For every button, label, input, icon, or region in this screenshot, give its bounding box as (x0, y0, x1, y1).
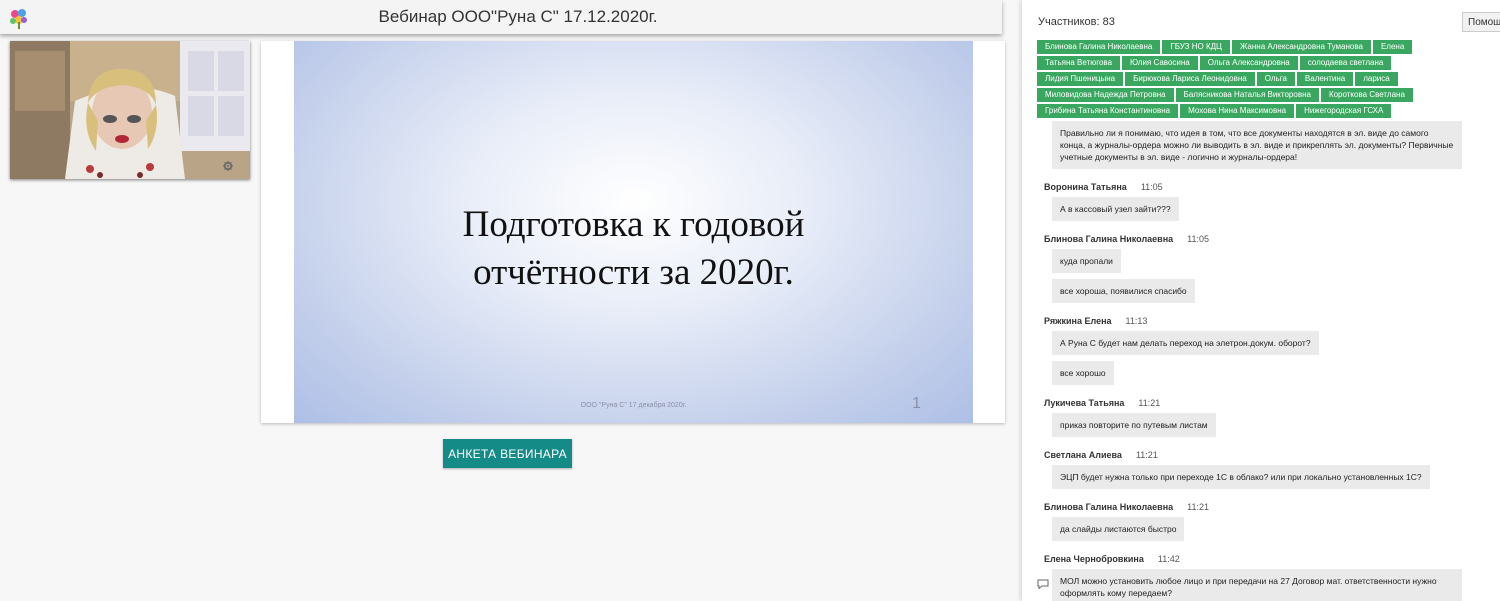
presentation-slide: Подготовка к годовой отчётности за 2020г… (294, 41, 973, 423)
message-time: 11:05 (1140, 182, 1163, 192)
participants-count: Участников: 83 (1038, 16, 1115, 28)
participant-chip[interactable]: Короткова Светлана (1320, 88, 1413, 102)
author-name: Лукичева Татьяна (1044, 398, 1125, 408)
chat-message: Лукичева Татьяна 11:21 приказ повторите п… (1036, 397, 1476, 443)
message-time: 11:21 (1187, 502, 1210, 512)
message-bubble: приказ повторите по путевым листам (1052, 413, 1216, 437)
logo-icon (10, 9, 27, 29)
message-author: Лукичева Татьяна 11:21 (1044, 397, 1476, 409)
message-time: 11:42 (1157, 554, 1180, 564)
slide-page-number: 1 (912, 395, 921, 412)
presenter-video-frame (10, 41, 250, 179)
webinar-survey-button[interactable]: АНКЕТА ВЕБИНАРА (443, 439, 572, 468)
participant-chip[interactable]: Татьяна Ветюгова (1037, 56, 1121, 70)
participant-chip[interactable]: лариса (1355, 72, 1398, 86)
gear-icon[interactable] (223, 161, 233, 171)
slide-title-line-2: отчётности за 2020г. (473, 252, 794, 293)
participant-chip[interactable]: Миловидова Надежда Петровна (1037, 88, 1174, 102)
message-bubble: все хорошо (1052, 361, 1114, 385)
participant-chip[interactable]: Бирюкова Лариса Леонидовна (1125, 72, 1255, 86)
message-bubble: да слайды листаются быстро (1052, 517, 1185, 541)
page-title: Вебинар ООО"Руна С" 17.12.2020г. (378, 7, 658, 26)
webinar-app: Вебинар ООО"Руна С" 17.12.2020г. Подгото… (0, 0, 1500, 601)
message-bubble: А в кассовый узел зайти??? (1052, 197, 1179, 221)
slide-title: Подготовка к годовой отчётности за 2020г… (294, 201, 973, 297)
chat-message: Правильно ли я понимаю, что идея в том, … (1036, 121, 1476, 175)
participant-chip[interactable]: Балясникова Наталья Викторовна (1175, 88, 1319, 102)
slide-title-line-1: Подготовка к годовой (462, 204, 805, 245)
message-bubble: ЭЦП будет нужна только при переходе 1С в… (1052, 465, 1430, 489)
participant-chip[interactable]: Валентина (1296, 72, 1354, 86)
chat-message: Блинова Галина Николаевна 11:05 куда проп… (1036, 233, 1476, 309)
chat-message: Блинова Галина Николаевна 11:21 да слайды… (1036, 501, 1476, 547)
participant-chip[interactable]: Юлия Савосина (1122, 56, 1198, 70)
message-bubble: все хороша, появилися спасибо (1052, 279, 1195, 303)
participant-chip[interactable]: Лидия Пшеницына (1037, 72, 1124, 86)
author-name: Блинова Галина Николаевна (1044, 502, 1174, 512)
chat-message: Светлана Алиева 11:21 ЭЦП будет нужна тол… (1036, 449, 1476, 495)
speech-bubble-icon[interactable] (1037, 579, 1049, 589)
author-name: Воронина Татьяна (1044, 182, 1127, 192)
message-bubble: МОЛ можно установить любое лицо и при пе… (1052, 569, 1462, 601)
participants-list: Блинова Галина Николаевна ГБУЗ НО КДЦ Жанн… (1037, 40, 1457, 118)
participant-chip[interactable]: Елена (1372, 40, 1413, 54)
message-author: Светлана Алиева 11:21 (1044, 449, 1476, 461)
header-bar: Вебинар ООО"Руна С" 17.12.2020г. (0, 0, 1002, 34)
message-author: Ряжкина Елена 11:13 (1044, 315, 1476, 327)
message-author: Блинова Галина Николаевна 11:05 (1044, 233, 1476, 245)
author-name: Блинова Галина Николаевна (1044, 234, 1174, 244)
message-bubble: Правильно ли я понимаю, что идея в том, … (1052, 121, 1462, 169)
chat-messages: Правильно ли я понимаю, что идея в том, … (1036, 121, 1476, 601)
chat-message: Воронина Татьяна 11:05 А в кассовый узел … (1036, 181, 1476, 227)
author-name: Светлана Алиева (1044, 450, 1122, 460)
message-time: 11:21 (1135, 450, 1158, 460)
message-time: 11:21 (1138, 398, 1161, 408)
author-name: Елена Чернобровкина (1044, 554, 1144, 564)
participant-chip[interactable]: солодаева светлана (1299, 56, 1392, 70)
participant-chip[interactable]: Мохова Нина Максимовна (1180, 104, 1295, 118)
message-author: Елена Чернобровкина 11:42 (1044, 553, 1476, 565)
message-bubble: А Руна С будет нам делать переход на эле… (1052, 331, 1319, 355)
participant-chip[interactable]: Грибина Татьяна Константиновна (1037, 104, 1179, 118)
participant-chip[interactable]: Нижегородская ГСХА (1296, 104, 1392, 118)
chat-message: Ряжкина Елена 11:13 А Руна С будет нам де… (1036, 315, 1476, 391)
message-bubble: куда пропали (1052, 249, 1121, 273)
participant-chip[interactable]: ГБУЗ НО КДЦ (1162, 40, 1230, 54)
chat-panel: Участников: 83 Помощь Блинова Галина Ник… (1022, 0, 1500, 601)
author-name: Ряжкина Елена (1044, 316, 1112, 326)
participant-chip[interactable]: Ольга (1256, 72, 1295, 86)
participant-chip[interactable]: Ольга Александровна (1199, 56, 1298, 70)
message-time: 11:13 (1125, 316, 1148, 326)
participant-chip[interactable]: Блинова Галина Николаевна (1037, 40, 1161, 54)
message-author: Блинова Галина Николаевна 11:21 (1044, 501, 1476, 513)
slide-footer: ООО "Руна С" 17 декабря 2020г. (580, 402, 687, 409)
presentation-area: Подготовка к годовой отчётности за 2020г… (261, 41, 1005, 423)
presenter-video[interactable] (10, 41, 250, 179)
message-time: 11:05 (1187, 234, 1210, 244)
chat-message: Елена Чернобровкина 11:42 МОЛ можно устан… (1036, 553, 1476, 601)
help-button[interactable]: Помощь (1462, 12, 1500, 32)
message-author: Воронина Татьяна 11:05 (1044, 181, 1476, 193)
participant-chip[interactable]: Жанна Александровна Туманова (1231, 40, 1371, 54)
